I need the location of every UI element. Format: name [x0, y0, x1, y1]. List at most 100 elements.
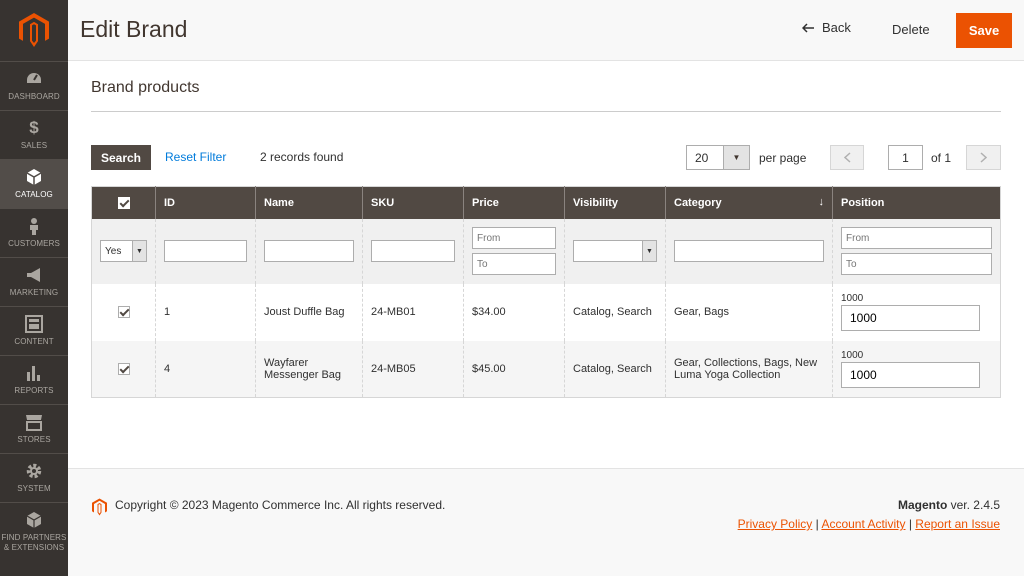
cell-id: 1 — [155, 283, 256, 341]
sidebar-item-marketing[interactable]: MARKETING — [0, 257, 68, 306]
column-header-name[interactable]: Name — [255, 186, 363, 219]
cell-position: 1000 — [832, 283, 1001, 341]
cell-category: Gear, Collections, Bags, New Luma Yoga C… — [665, 340, 833, 398]
layout-icon — [25, 315, 43, 333]
privacy-policy-link[interactable]: Privacy Policy — [738, 517, 813, 531]
search-button[interactable]: Search — [91, 145, 151, 170]
chevron-down-icon[interactable]: ▼ — [132, 241, 146, 261]
store-icon — [26, 415, 42, 431]
page-header: Edit Brand Back Delete Save — [68, 0, 1024, 61]
column-header-position[interactable]: Position — [832, 186, 1001, 219]
column-header-category[interactable]: Category ↓ — [665, 186, 833, 219]
price-from-input[interactable] — [472, 227, 556, 249]
cell-price: $45.00 — [463, 340, 565, 398]
sidebar-item-find-partners[interactable]: FIND PARTNERS & EXTENSIONS — [0, 502, 68, 562]
admin-sidebar: DASHBOARD $ SALES CATALOG CUSTOMERS MARK… — [0, 0, 68, 576]
sidebar-item-stores[interactable]: STORES — [0, 404, 68, 453]
id-filter-input[interactable] — [164, 240, 247, 262]
sidebar-item-reports[interactable]: REPORTS — [0, 355, 68, 404]
sku-filter-input[interactable] — [371, 240, 455, 262]
sidebar-item-sales[interactable]: $ SALES — [0, 110, 68, 159]
delete-button[interactable]: Delete — [892, 22, 930, 37]
sidebar-item-customers[interactable]: CUSTOMERS — [0, 208, 68, 257]
column-header-id[interactable]: ID — [155, 186, 256, 219]
filter-price-cell — [463, 218, 565, 284]
back-button[interactable]: Back — [802, 20, 851, 35]
filter-name-cell — [255, 218, 363, 284]
column-header-price[interactable]: Price — [463, 186, 565, 219]
dollar-icon: $ — [29, 118, 39, 137]
section-title: Brand products — [91, 79, 200, 96]
column-header-select[interactable] — [91, 186, 156, 219]
back-button-label: Back — [822, 20, 851, 35]
sidebar-item-label: STORES — [17, 435, 51, 444]
cell-visibility: Catalog, Search — [564, 340, 666, 398]
chevron-down-icon[interactable]: ▼ — [723, 146, 749, 169]
row-select-cell — [91, 283, 156, 341]
brand-name: Magento — [897, 498, 948, 512]
section-divider — [91, 111, 1001, 112]
brand-products-grid: ID Name SKU Price Visibility Category ↓ … — [91, 186, 1001, 398]
filter-position-cell — [832, 218, 1001, 284]
sidebar-item-label: MARKETING — [9, 288, 59, 297]
position-to-input[interactable] — [841, 253, 992, 275]
sidebar-item-content[interactable]: CONTENT — [0, 306, 68, 355]
page-title: Edit Brand — [80, 16, 188, 42]
sort-arrow-down-icon: ↓ — [818, 196, 825, 208]
save-button[interactable]: Save — [956, 13, 1012, 48]
cell-position: 1000 — [832, 340, 1001, 398]
account-activity-link[interactable]: Account Activity — [821, 517, 905, 531]
sidebar-item-catalog[interactable]: CATALOG — [0, 159, 68, 208]
position-label: 1000 — [841, 349, 864, 361]
main-content: Brand products Search Reset Filter 2 rec… — [68, 61, 1024, 468]
position-label: 1000 — [841, 293, 864, 304]
chevron-left-icon — [843, 152, 851, 163]
cell-name: Joust Duffle Bag — [255, 283, 363, 341]
grid-header-row: ID Name SKU Price Visibility Category ↓ … — [91, 186, 1001, 219]
sidebar-item-label: SYSTEM — [17, 484, 51, 493]
in-brand-filter-select[interactable]: Yes ▼ — [100, 240, 147, 262]
row-select-cell — [91, 340, 156, 398]
page-footer: Copyright © 2023 Magento Commerce Inc. A… — [68, 468, 1024, 576]
per-page-select[interactable]: 20 ▼ — [686, 145, 750, 170]
prev-page-button[interactable] — [830, 145, 864, 170]
bar-chart-icon — [27, 366, 40, 381]
footer-links: Privacy Policy | Account Activity | Repo… — [737, 517, 1000, 531]
megaphone-icon — [27, 268, 40, 282]
filter-sku-cell — [362, 218, 464, 284]
boxes-icon — [26, 512, 42, 528]
sidebar-item-label: SALES — [20, 141, 48, 150]
row-checkbox[interactable] — [117, 362, 130, 375]
cell-price: $34.00 — [463, 283, 565, 341]
next-page-button[interactable] — [966, 145, 1001, 170]
position-from-input[interactable] — [841, 227, 992, 249]
price-to-input[interactable] — [472, 253, 556, 275]
column-header-visibility[interactable]: Visibility — [564, 186, 666, 219]
per-page-value: 20 — [695, 151, 709, 165]
filter-id-cell — [155, 218, 256, 284]
select-all-checkbox[interactable] — [117, 196, 130, 209]
cell-category: Gear, Bags — [665, 283, 833, 341]
magento-logo-icon[interactable] — [19, 13, 49, 47]
in-brand-filter-value: Yes — [105, 246, 122, 257]
sidebar-item-label: CONTENT — [14, 337, 54, 346]
row-checkbox[interactable] — [117, 306, 130, 319]
page-number-input[interactable]: 1 — [888, 145, 923, 170]
magento-logo-icon — [92, 498, 107, 516]
cell-sku: 24-MB01 — [362, 283, 464, 341]
chevron-right-icon — [980, 152, 987, 163]
column-header-sku[interactable]: SKU — [362, 186, 464, 219]
report-issue-link[interactable]: Report an Issue — [915, 517, 1000, 531]
position-input[interactable] — [841, 361, 980, 388]
category-filter-input[interactable] — [674, 240, 824, 262]
reset-filter-link[interactable]: Reset Filter — [165, 150, 226, 164]
table-row[interactable]: 4 Wayfarer Messenger Bag 24-MB05 $45.00 … — [91, 340, 1001, 398]
table-row[interactable]: 1 Joust Duffle Bag 24-MB01 $34.00 Catalo… — [91, 283, 1001, 341]
position-input[interactable] — [841, 305, 980, 331]
copyright-text: Copyright © 2023 Magento Commerce Inc. A… — [115, 498, 446, 512]
sidebar-item-dashboard[interactable]: DASHBOARD — [0, 61, 68, 110]
visibility-filter-select[interactable]: ▼ — [573, 240, 657, 262]
chevron-down-icon[interactable]: ▼ — [642, 241, 656, 261]
sidebar-item-system[interactable]: SYSTEM — [0, 453, 68, 502]
name-filter-input[interactable] — [264, 240, 354, 262]
